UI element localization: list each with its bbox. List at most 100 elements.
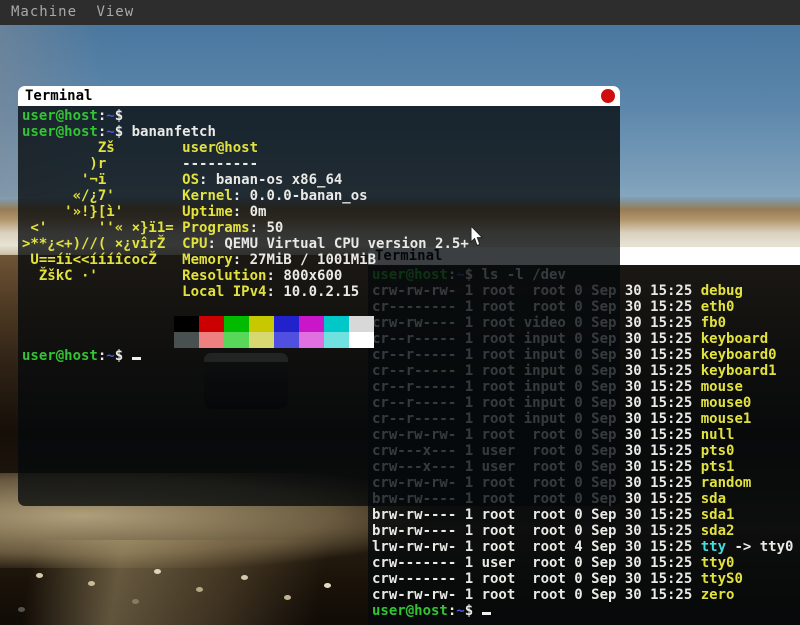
terminal-text-segment: U==íï<<íííîcocŽ <box>22 252 157 268</box>
terminal-line: user@host:~$ <box>22 348 620 364</box>
ls-file-name: tty <box>701 539 726 555</box>
terminal-text-segment: 10.0.2.15 <box>283 284 359 300</box>
terminal-text-segment <box>165 236 182 252</box>
terminal-text-segment: Kernel <box>182 188 233 204</box>
terminal-text-segment: : <box>266 268 283 284</box>
terminal-fetch-body[interactable]: user@host:~$ user@host:~$ bananfetch Zš … <box>18 106 620 506</box>
terminal-line: user@host:~$ <box>372 603 800 619</box>
palette-color-block <box>249 332 274 348</box>
terminal-text-segment: Programs <box>182 220 249 236</box>
terminal-text-segment: --------- <box>182 156 258 172</box>
terminal-text-segment: Local IPv4 <box>182 284 266 300</box>
menu-view[interactable]: View <box>96 0 134 25</box>
terminal-text-segment <box>115 188 182 204</box>
terminal-text-segment: Uptime <box>182 204 233 220</box>
terminal-text-segment: 0.0.0-banan_os <box>250 188 368 204</box>
ls-file-name: mouse0 <box>701 395 752 411</box>
prompt-path: ~ <box>106 348 114 364</box>
terminal-text-segment: )r <box>22 156 106 172</box>
terminal-line: >**¿<+)//( ×¿vîrŽ CPU: QEMU Virtual CPU … <box>22 236 620 252</box>
terminal-text-segment: >**¿<+)//( ×¿vîrŽ <box>22 236 165 252</box>
ls-file-name: eth0 <box>701 299 735 315</box>
prompt-path: ~ <box>106 108 114 124</box>
ls-file-name: tty0 <box>701 555 735 571</box>
ls-file-meta: brw-rw---- 1 root root 0 Sep 30 15:25 <box>372 523 701 539</box>
terminal-text-segment <box>115 140 182 156</box>
ls-file-meta: brw-rw---- 1 root root 0 Sep 30 15:25 <box>372 507 701 523</box>
terminal-line: ŽškC ·' Resolution: 800x600 <box>22 268 620 284</box>
prompt-symbol: $ <box>465 603 482 619</box>
terminal-line <box>22 316 620 332</box>
terminal-text-segment <box>98 268 182 284</box>
terminal-line: crw-rw-rw- 1 root root 0 Sep 30 15:25 ze… <box>372 587 800 603</box>
terminal-line: brw-rw---- 1 root root 0 Sep 30 15:25 sd… <box>372 523 800 539</box>
terminal-text-segment: <' ''« ×}ï1= <box>22 220 174 236</box>
ls-file-name: sda1 <box>701 507 735 523</box>
terminal-line: user@host:~$ bananfetch <box>22 124 620 140</box>
terminal-text-segment <box>174 220 182 236</box>
terminal-text-segment: CPU <box>182 236 207 252</box>
ls-file-meta: crw-rw-rw- 1 root root 0 Sep 30 15:25 <box>372 587 701 603</box>
ls-file-name: zero <box>701 587 735 603</box>
prompt-user: user@host <box>22 348 98 364</box>
prompt-user: user@host <box>22 124 98 140</box>
text-cursor <box>482 612 491 615</box>
ls-file-name: keyboard1 <box>701 363 777 379</box>
terminal-text-segment: : <box>207 236 224 252</box>
palette-color-block <box>324 316 349 332</box>
terminal-text-segment <box>106 172 182 188</box>
ls-file-name: random <box>701 475 752 491</box>
ls-file-name: mouse1 <box>701 411 752 427</box>
terminal-text-segment: : <box>250 220 267 236</box>
prompt-symbol: $ <box>115 348 132 364</box>
prompt-path: ~ <box>456 603 464 619</box>
terminal-text-segment: : <box>233 252 250 268</box>
ls-file-name: mouse <box>701 379 743 395</box>
palette-color-block <box>349 332 374 348</box>
terminal-text-segment: OS <box>182 172 199 188</box>
terminal-text-segment: QEMU Virtual CPU version 2.5+ <box>224 236 468 252</box>
terminal-text-segment: : <box>199 172 216 188</box>
terminal-line: )r --------- <box>22 156 620 172</box>
terminal-text-segment <box>157 252 182 268</box>
palette-color-block <box>199 316 224 332</box>
ls-file-name: debug <box>701 283 743 299</box>
terminal-line: Zš user@host <box>22 140 620 156</box>
palette-color-block <box>174 316 199 332</box>
desktop-wallpaper: Terminal user@host:~$ ls -l /devcrw-rw-r… <box>0 25 800 625</box>
terminal-line <box>22 300 620 316</box>
prompt-symbol: $ <box>115 108 132 124</box>
prompt-user: user@host <box>372 603 448 619</box>
palette-color-block <box>299 332 324 348</box>
terminal-text-segment <box>123 204 182 220</box>
ls-file-meta: crw------- 1 root root 0 Sep 30 15:25 <box>372 571 701 587</box>
terminal-text-segment: Resolution <box>182 268 266 284</box>
mouse-cursor <box>470 226 485 248</box>
command-text: bananfetch <box>132 124 216 140</box>
terminal-line: crw------- 1 root root 0 Sep 30 15:25 tt… <box>372 571 800 587</box>
wallpaper-sand-streak <box>0 540 430 625</box>
terminal-line: «/¿7' Kernel: 0.0.0-banan_os <box>22 188 620 204</box>
terminal-text-segment: '»!}[ì' <box>22 204 123 220</box>
wallpaper-rocks <box>36 573 43 578</box>
menu-bar: Machine View <box>0 0 800 25</box>
close-button[interactable] <box>601 89 615 103</box>
terminal-line: crw------- 1 user root 0 Sep 30 15:25 tt… <box>372 555 800 571</box>
ls-file-name: sda2 <box>701 523 735 539</box>
terminal-line: Local IPv4: 10.0.2.15 <box>22 284 620 300</box>
prompt-user: user@host <box>22 108 98 124</box>
terminal-fetch-titlebar[interactable]: Terminal <box>18 86 620 106</box>
terminal-text-segment <box>22 284 182 300</box>
terminal-text-segment: 0m <box>250 204 267 220</box>
terminal-text-segment: 27MiB / 1001MiB <box>250 252 376 268</box>
palette-color-block <box>299 316 324 332</box>
ls-link-target: -> tty0 <box>726 539 793 555</box>
menu-machine[interactable]: Machine <box>11 0 77 25</box>
ls-file-name: keyboard0 <box>701 347 777 363</box>
palette-color-block <box>274 316 299 332</box>
terminal-text-segment: : <box>266 284 283 300</box>
terminal-text-segment: Zš <box>22 140 115 156</box>
ls-file-name: pts0 <box>701 443 735 459</box>
terminal-line <box>22 332 620 348</box>
terminal-text-segment <box>106 156 182 172</box>
